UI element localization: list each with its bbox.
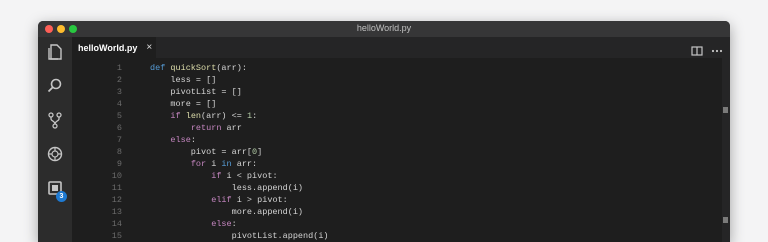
code-token: (arr) <= [201,111,247,121]
files-icon[interactable] [46,43,64,61]
debug-icon[interactable] [46,145,64,163]
code-token: : [252,111,258,121]
code-token: for [190,159,212,169]
code-token: quickSort [170,63,217,73]
code-line[interactable]: elif i > pivot: [150,194,329,206]
line-number: 7 [116,135,122,145]
split-editor-icon[interactable] [691,43,703,56]
line-number: 15 [111,231,122,241]
line-number: 2 [116,75,122,85]
vertical-scrollbar[interactable] [722,58,730,242]
code-line[interactable]: if len(arr) <= 1: [150,110,329,122]
tab-label: helloWorld.py [78,42,138,53]
code-line[interactable]: return arr [150,122,329,134]
code-token: ] [257,147,263,157]
code-token: more.append(i) [150,207,304,217]
more-actions-icon[interactable] [711,43,723,53]
code-token: i < pivot: [226,171,278,181]
line-number: 5 [116,111,122,121]
code-line[interactable]: for i in arr: [150,158,329,170]
code-token: pivot = arr[ [150,147,253,157]
code-token: len [185,111,202,121]
code-line[interactable]: pivot = arr[0] [150,146,329,158]
code-token: i > pivot: [236,195,288,205]
code-line[interactable]: pivotList = [] [150,86,329,98]
code-token: i [211,159,222,169]
code-token: elif [211,195,237,205]
line-number: 9 [116,159,122,169]
code-token: pivotList = [] [150,87,242,97]
code-token: less.append(i) [150,183,304,193]
code-token: : [231,219,237,229]
line-number: 14 [111,219,122,229]
line-number: 8 [116,147,122,157]
code-token: else [170,135,191,145]
line-number: 1 [116,63,122,73]
code-line[interactable]: else: [150,218,329,230]
tab-close-icon[interactable]: × [146,42,152,53]
extensions-badge: 3 [56,191,67,202]
line-number: 6 [116,123,122,133]
code-area[interactable]: def quickSort(arr): less = [] pivotList … [150,62,329,242]
code-token: more = [] [150,99,217,109]
line-number: 12 [111,195,122,205]
scrollbar-marker [723,107,728,113]
code-line[interactable]: pivotList.append(i) [150,230,329,242]
search-icon[interactable] [46,77,64,95]
window-title: helloWorld.py [356,23,412,33]
code-line[interactable]: less = [] [150,74,329,86]
code-line[interactable]: if i < pivot: [150,170,329,182]
code-token: arr [226,123,242,133]
code-line[interactable]: more = [] [150,98,329,110]
tab-bar: helloWorld.py × [72,37,730,58]
scrollbar-marker [723,217,728,223]
code-token: (arr): [216,63,247,73]
activity-bar: 3 [38,37,72,242]
line-number: 3 [116,87,122,97]
title-bar: helloWorld.py [38,21,730,37]
code-token: less = [] [150,75,217,85]
code-token: if [211,171,227,181]
editor-window: helloWorld.py 3 helloWorld.py × 12345678… [38,21,730,242]
code-token: def [150,63,171,73]
code-line[interactable]: more.append(i) [150,206,329,218]
code-line[interactable]: less.append(i) [150,182,329,194]
line-number: 10 [111,171,122,181]
code-token: : [190,135,196,145]
line-number: 4 [116,99,122,109]
tab-helloworld[interactable]: helloWorld.py × [72,37,156,58]
line-number: 13 [111,207,122,217]
line-number-gutter: 1 2 3 4 5 6 7 8 9 10 11 12 13 14 15 [72,62,148,242]
code-line[interactable]: def quickSort(arr): [150,62,329,74]
code-token: arr: [236,159,258,169]
code-token: in [221,159,237,169]
code-editor[interactable]: 1 2 3 4 5 6 7 8 9 10 11 12 13 14 15 def quickSort(arr)… [72,58,730,242]
code-token: pivotList.append(i) [150,231,329,241]
code-token: if [170,111,186,121]
code-line[interactable]: else: [150,134,329,146]
code-token: return [190,123,227,133]
line-number: 11 [111,183,122,193]
code-token: else [211,219,232,229]
source-control-icon[interactable] [46,111,64,129]
